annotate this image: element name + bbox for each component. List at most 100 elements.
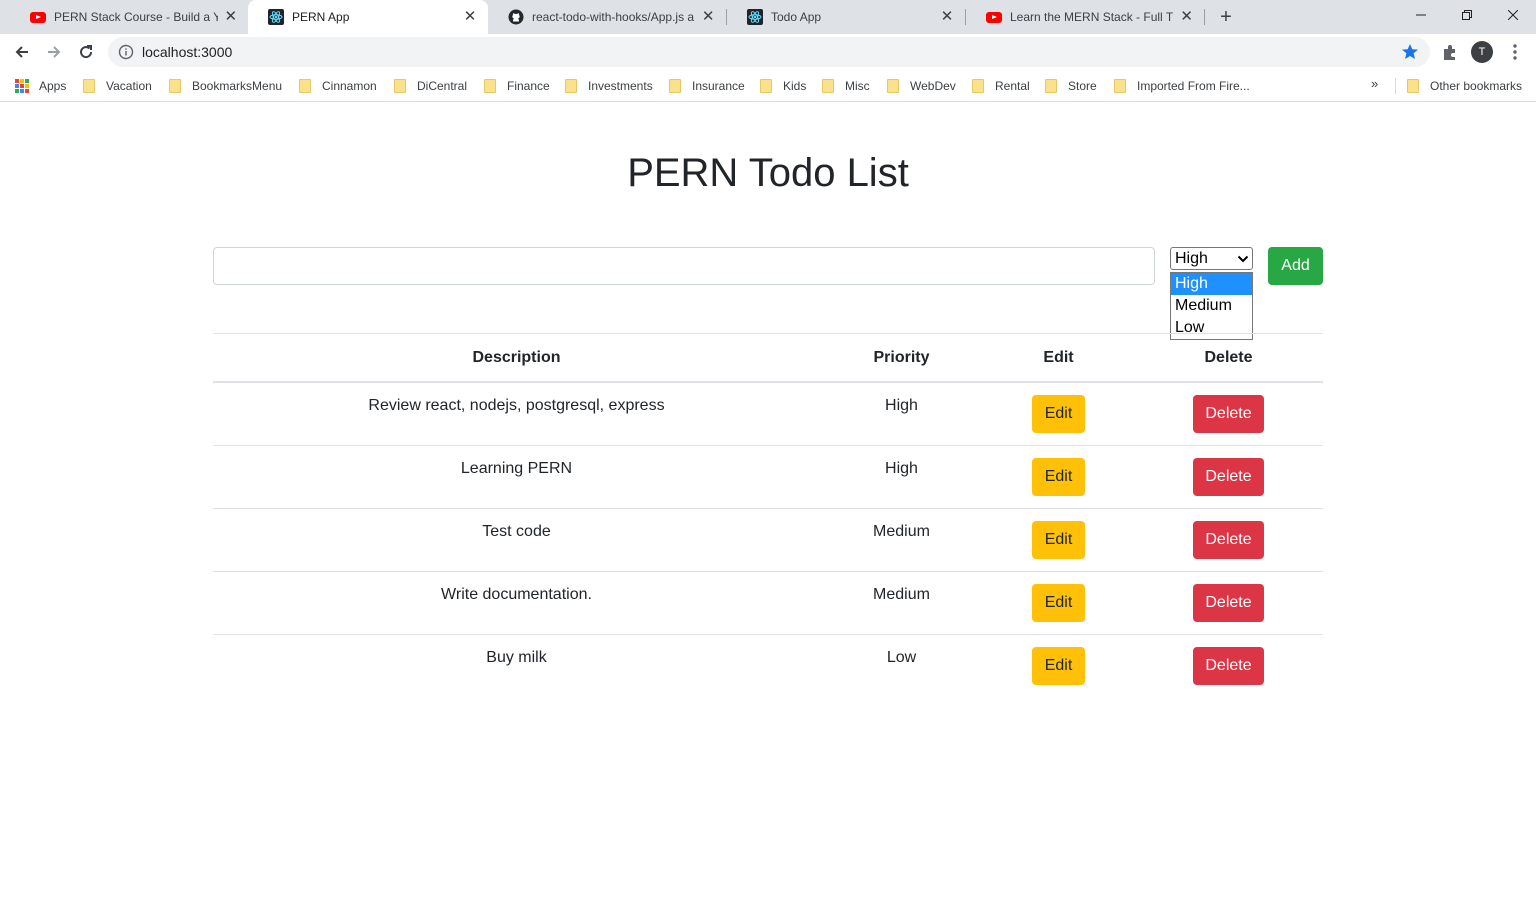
bookmark-label: Vacation bbox=[106, 79, 152, 93]
delete-button[interactable]: Delete bbox=[1193, 458, 1264, 496]
column-header-priority: Priority bbox=[873, 349, 930, 366]
browser-toolbar: localhost:3000 bbox=[0, 34, 1536, 70]
react-icon bbox=[747, 9, 763, 25]
bookmark-folder[interactable]: Insurance bbox=[669, 76, 745, 96]
bookmark-label: Kids bbox=[783, 79, 807, 93]
folder-icon bbox=[484, 79, 496, 93]
apps-grid-icon bbox=[15, 79, 29, 93]
minimize-button[interactable] bbox=[1398, 0, 1444, 30]
bookmark-folder[interactable]: Imported From Fire... bbox=[1114, 76, 1250, 96]
chevron-down-icon bbox=[1237, 255, 1249, 263]
edit-button[interactable]: Edit bbox=[1032, 521, 1085, 559]
table-row: Test code Medium Edit Delete bbox=[213, 509, 1323, 572]
profile-avatar[interactable]: T bbox=[1471, 41, 1493, 63]
new-tab-button[interactable]: + bbox=[1214, 6, 1238, 28]
bookmark-folder[interactable]: Cinnamon bbox=[299, 76, 377, 96]
tab-pern-stack-course[interactable]: PERN Stack Course - Build a Yelp ✕ bbox=[10, 0, 248, 34]
bookmark-folder[interactable]: WebDev bbox=[887, 76, 956, 96]
bookmark-label: BookmarksMenu bbox=[192, 79, 283, 93]
tab-divider bbox=[726, 9, 727, 25]
folder-icon bbox=[887, 79, 899, 93]
bookmarks-divider bbox=[1395, 78, 1396, 94]
edit-button[interactable]: Edit bbox=[1032, 458, 1085, 496]
table-row: Write documentation. Medium Edit Delete bbox=[213, 572, 1323, 635]
other-bookmarks-folder[interactable]: Other bookmarks bbox=[1407, 76, 1522, 96]
column-header-delete: Delete bbox=[1204, 349, 1253, 366]
address-bar[interactable]: localhost:3000 bbox=[108, 37, 1430, 67]
tab-pern-app[interactable]: PERN App ✕ bbox=[248, 0, 488, 34]
bookmark-folder[interactable]: Rental bbox=[972, 76, 1030, 96]
more-vertical-icon[interactable] bbox=[1505, 42, 1525, 62]
delete-button[interactable]: Delete bbox=[1193, 395, 1264, 433]
tab-todo-app[interactable]: Todo App ✕ bbox=[727, 0, 965, 34]
reload-button[interactable] bbox=[72, 38, 100, 66]
url-text[interactable]: localhost:3000 bbox=[142, 44, 232, 60]
folder-icon bbox=[394, 79, 406, 93]
tab-title: Todo App bbox=[771, 10, 822, 24]
github-icon bbox=[508, 9, 524, 25]
delete-button[interactable]: Delete bbox=[1193, 647, 1264, 685]
bookmark-label: WebDev bbox=[910, 79, 956, 93]
close-icon[interactable]: ✕ bbox=[939, 9, 955, 25]
bookmark-folder[interactable]: Kids bbox=[760, 76, 806, 96]
bookmark-folder[interactable]: Investments bbox=[565, 76, 653, 96]
todo-description: Review react, nodejs, postgresql, expres… bbox=[368, 397, 665, 414]
tab-title: PERN App bbox=[292, 10, 350, 24]
bookmark-label: Misc bbox=[845, 79, 870, 93]
folder-icon bbox=[1045, 79, 1057, 93]
bookmark-apps[interactable]: Apps bbox=[15, 76, 66, 96]
tab-learn-mern[interactable]: Learn the MERN Stack - Full Tuto ✕ bbox=[966, 0, 1204, 34]
bookmark-label: Investments bbox=[588, 79, 653, 93]
tab-divider bbox=[1204, 9, 1205, 25]
bookmark-folder[interactable]: Finance bbox=[484, 76, 550, 96]
bookmark-label: Finance bbox=[507, 79, 550, 93]
todo-description: Write documentation. bbox=[441, 586, 592, 603]
info-icon[interactable] bbox=[118, 44, 134, 60]
bookmark-star-icon[interactable] bbox=[1400, 42, 1420, 62]
todo-description-input[interactable] bbox=[213, 247, 1155, 285]
bookmark-label: Cinnamon bbox=[322, 79, 377, 93]
close-icon[interactable]: ✕ bbox=[462, 9, 478, 25]
priority-select[interactable]: High bbox=[1170, 247, 1253, 270]
bookmark-folder[interactable]: Vacation bbox=[83, 76, 152, 96]
edit-button[interactable]: Edit bbox=[1032, 647, 1085, 685]
edit-button[interactable]: Edit bbox=[1032, 395, 1085, 433]
todo-priority: Medium bbox=[873, 523, 930, 540]
bookmark-folder[interactable]: DiCentral bbox=[394, 76, 467, 96]
folder-icon bbox=[669, 79, 681, 93]
bookmarks-overflow-button[interactable]: » bbox=[1371, 76, 1378, 91]
edit-button[interactable]: Edit bbox=[1032, 584, 1085, 622]
priority-option-medium[interactable]: Medium bbox=[1171, 295, 1252, 317]
forward-button[interactable] bbox=[40, 38, 68, 66]
tab-title: PERN Stack Course - Build a Yelp bbox=[54, 10, 218, 24]
close-icon[interactable]: ✕ bbox=[224, 9, 238, 25]
add-button[interactable]: Add bbox=[1268, 247, 1323, 285]
react-icon bbox=[268, 9, 284, 25]
back-button[interactable] bbox=[8, 38, 36, 66]
bookmark-folder[interactable]: Misc bbox=[822, 76, 870, 96]
restore-button[interactable] bbox=[1444, 0, 1490, 30]
tab-divider bbox=[965, 9, 966, 25]
tab-strip: PERN Stack Course - Build a Yelp ✕ PERN … bbox=[0, 0, 1536, 34]
bookmark-folder[interactable]: BookmarksMenu bbox=[169, 76, 282, 96]
close-icon[interactable]: ✕ bbox=[700, 9, 716, 25]
todo-priority: Low bbox=[886, 649, 917, 666]
priority-option-high[interactable]: High bbox=[1171, 273, 1252, 295]
close-window-button[interactable] bbox=[1490, 0, 1536, 30]
delete-button[interactable]: Delete bbox=[1193, 584, 1264, 622]
todo-description: Buy milk bbox=[486, 649, 547, 666]
close-icon[interactable]: ✕ bbox=[1179, 9, 1194, 25]
folder-icon bbox=[565, 79, 577, 93]
folder-icon bbox=[822, 79, 834, 93]
todo-priority: Medium bbox=[873, 586, 930, 603]
folder-icon bbox=[299, 79, 311, 93]
tab-react-todo-github[interactable]: react-todo-with-hooks/App.js at ✕ bbox=[488, 0, 726, 34]
page-title: PERN Todo List bbox=[627, 151, 909, 195]
table-row: Review react, nodejs, postgresql, expres… bbox=[213, 383, 1323, 446]
bookmark-folder[interactable]: Store bbox=[1045, 76, 1097, 96]
todo-description: Test code bbox=[482, 523, 551, 540]
extensions-puzzle-icon[interactable] bbox=[1440, 42, 1460, 62]
delete-button[interactable]: Delete bbox=[1193, 521, 1264, 559]
bookmark-label: Store bbox=[1068, 79, 1097, 93]
bookmark-label: Rental bbox=[995, 79, 1030, 93]
